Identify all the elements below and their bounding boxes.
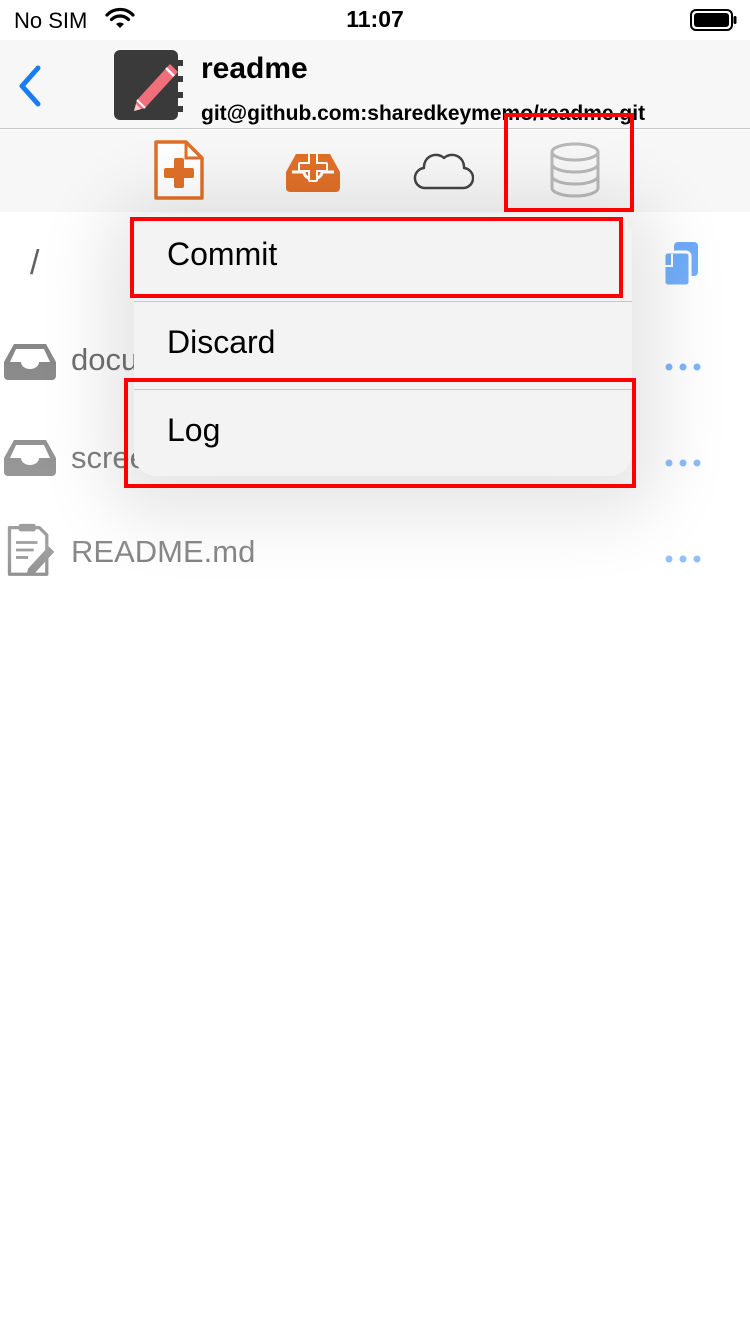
more-icon[interactable] [660,355,706,379]
tray-plus-icon [286,152,340,192]
copy-path-button[interactable] [660,240,702,288]
remote-button[interactable] [412,138,475,202]
copy-icon [662,242,698,288]
list-item[interactable]: README.md [0,504,750,600]
chevron-left-icon [19,65,41,107]
battery-icon [690,9,737,31]
repository-button[interactable] [544,138,606,202]
clock: 11:07 [346,6,404,32]
navigation-header: readme git@github.com:sharedkeymemo/read… [0,40,750,129]
document-edit-icon [7,523,55,577]
status-bar: No SIM 11:07 [0,0,750,40]
menu-item-commit[interactable]: Commit [134,214,632,301]
menu-item-discard[interactable]: Discard [134,302,632,389]
repository-title: readme [201,52,308,85]
tray-icon [4,440,56,476]
repository-action-menu: Commit Discard Log [134,214,632,476]
screen: No SIM 11:07 readme git@github.com:share… [0,0,750,1334]
database-icon [550,142,600,198]
repository-url: git@github.com:sharedkeymemo/readme.git [201,102,646,125]
menu-item-label: Log [167,412,221,448]
new-file-button[interactable] [148,138,210,202]
file-plus-icon [154,140,204,200]
file-name: README.md [71,534,256,569]
cloud-icon [413,153,475,190]
toolbar [0,130,750,212]
notebook-pencil-icon [114,50,183,120]
tray-icon [4,344,56,380]
menu-item-label: Commit [167,236,278,272]
menu-item-label: Discard [167,324,276,360]
back-button[interactable] [14,62,48,110]
new-folder-button[interactable] [282,138,344,202]
current-path: / [30,244,40,282]
menu-item-log[interactable]: Log [134,390,632,476]
more-icon[interactable] [660,547,706,571]
more-icon[interactable] [660,451,706,475]
